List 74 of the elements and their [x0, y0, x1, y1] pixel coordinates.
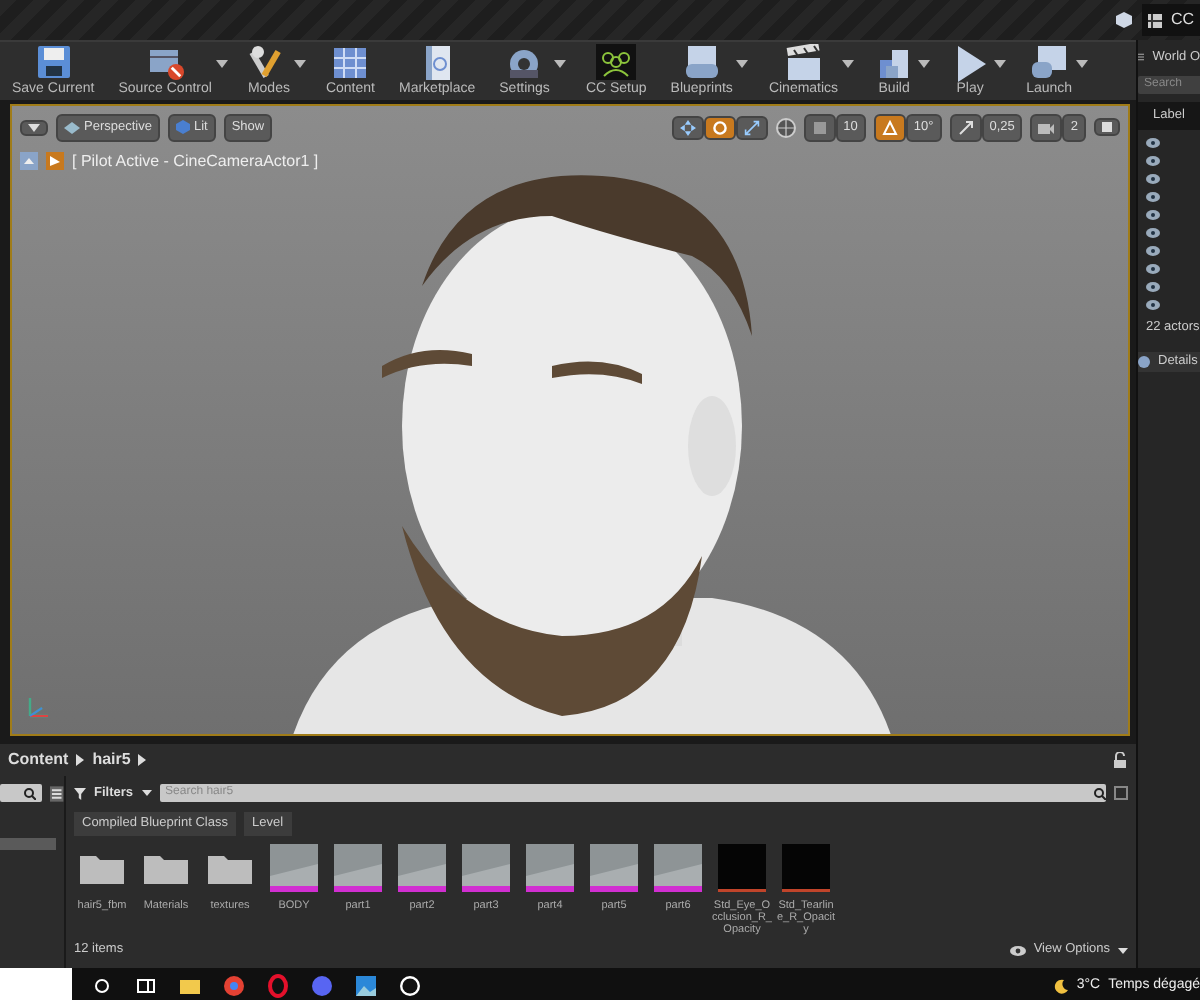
dropdown-caret-icon[interactable]: [1076, 60, 1089, 68]
square-icon: [1102, 122, 1112, 133]
save-search-icon[interactable]: [1114, 786, 1128, 801]
chat-app-icon[interactable]: [308, 972, 336, 1000]
pilot-icon[interactable]: [46, 152, 64, 171]
eject-icon[interactable]: [20, 152, 38, 171]
mesh-thumbnail[interactable]: [462, 843, 510, 891]
mesh-thumbnail[interactable]: [526, 843, 574, 891]
save-icon: [33, 44, 74, 82]
scale-snap-toggle[interactable]: [949, 114, 982, 142]
caret-icon: [1118, 947, 1128, 954]
dropdown-caret-icon[interactable]: [842, 60, 855, 68]
monitor-icon: [1029, 44, 1070, 82]
dropdown-caret-icon[interactable]: [918, 60, 931, 68]
eye-icon[interactable]: [1146, 155, 1160, 165]
mesh-thumbnail[interactable]: [654, 843, 702, 891]
eye-icon[interactable]: [1146, 263, 1160, 273]
grid-icon: [330, 44, 371, 82]
search-field[interactable]: [0, 784, 43, 802]
cube-icon: [175, 120, 190, 135]
breadcrumb-link[interactable]: hair5: [92, 748, 131, 772]
dropdown-caret-icon[interactable]: [215, 60, 228, 68]
angle-snap-toggle[interactable]: [873, 114, 906, 142]
eye-icon: [1009, 945, 1026, 956]
grid-icon: [1148, 13, 1163, 27]
editor-tab[interactable]: CC: [1142, 4, 1200, 36]
moon-icon: [1052, 978, 1069, 994]
dropdown-caret-icon[interactable]: [736, 60, 749, 68]
mesh-thumbnail[interactable]: [590, 843, 638, 891]
people-icon: [596, 44, 637, 82]
scale-icon: [957, 119, 974, 136]
grid-snap-toggle[interactable]: [803, 114, 836, 142]
angle-icon: [881, 119, 898, 136]
move-icon: [679, 119, 696, 136]
texture-thumbnail[interactable]: [718, 843, 766, 891]
rotate-icon: [711, 119, 728, 136]
eye-icon[interactable]: [1146, 137, 1160, 147]
mesh-thumbnail[interactable]: [398, 843, 446, 891]
path-arrow-icon[interactable]: [76, 754, 85, 766]
eye-icon[interactable]: [1146, 227, 1160, 237]
axis-gizmo-icon: [24, 694, 52, 722]
gamepad-icon: [681, 44, 722, 82]
maximize-button[interactable]: [1094, 118, 1120, 137]
browser-icon[interactable]: [220, 972, 248, 1000]
filter-icon: [74, 787, 86, 800]
app-icon[interactable]: [396, 972, 424, 1000]
texture-thumbnail[interactable]: [782, 843, 830, 891]
photos-icon[interactable]: [352, 972, 380, 1000]
cube-icon[interactable]: [1114, 10, 1135, 30]
mesh-thumbnail[interactable]: [270, 843, 318, 891]
caret-icon: [28, 123, 40, 132]
list-icon[interactable]: [50, 785, 64, 801]
mesh-thumbnail[interactable]: [334, 843, 382, 891]
dropdown-caret-icon[interactable]: [994, 60, 1007, 68]
path-arrow-icon[interactable]: [138, 754, 147, 766]
eye-icon[interactable]: [1146, 245, 1160, 255]
scale-icon: [743, 119, 760, 136]
server-icon: [145, 44, 186, 82]
caret-icon: [141, 790, 152, 797]
pilot-label: [ Pilot Active - CineCameraActor1 ]: [72, 149, 319, 174]
search-icon: [24, 787, 37, 799]
breadcrumb-link[interactable]: Content: [8, 748, 69, 772]
eye-icon[interactable]: [1146, 281, 1160, 291]
dropdown-caret-icon[interactable]: [293, 60, 306, 68]
dropdown-caret-icon[interactable]: [553, 60, 566, 68]
eye-icon[interactable]: [1146, 173, 1160, 183]
lock-icon[interactable]: [1112, 752, 1128, 768]
browser-icon[interactable]: [264, 972, 292, 1000]
eye-icon[interactable]: [1146, 299, 1160, 309]
eye-icon[interactable]: [1146, 191, 1160, 201]
camera-snap-toggle[interactable]: [1030, 114, 1063, 142]
eye-icon[interactable]: [1146, 209, 1160, 219]
info-icon: [1138, 356, 1150, 369]
grid-snap-icon: [811, 119, 828, 136]
